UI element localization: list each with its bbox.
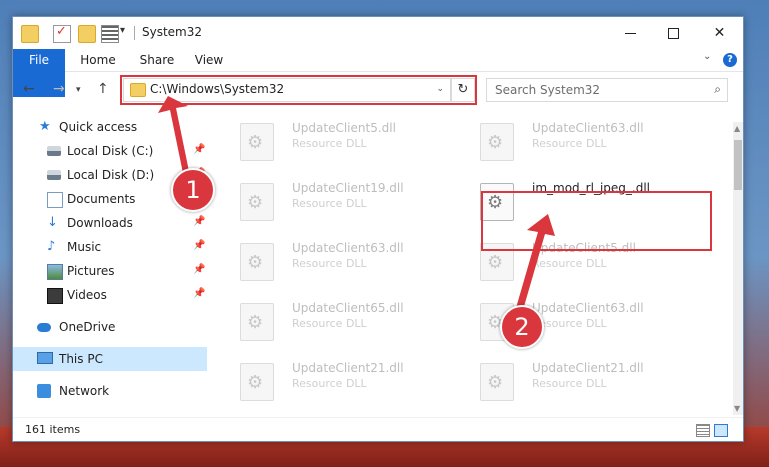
step-badge-1: 1 — [171, 168, 215, 212]
annotation-arrows — [158, 96, 555, 310]
step-badge-2: 2 — [500, 305, 544, 349]
arrow-2 — [516, 214, 555, 310]
